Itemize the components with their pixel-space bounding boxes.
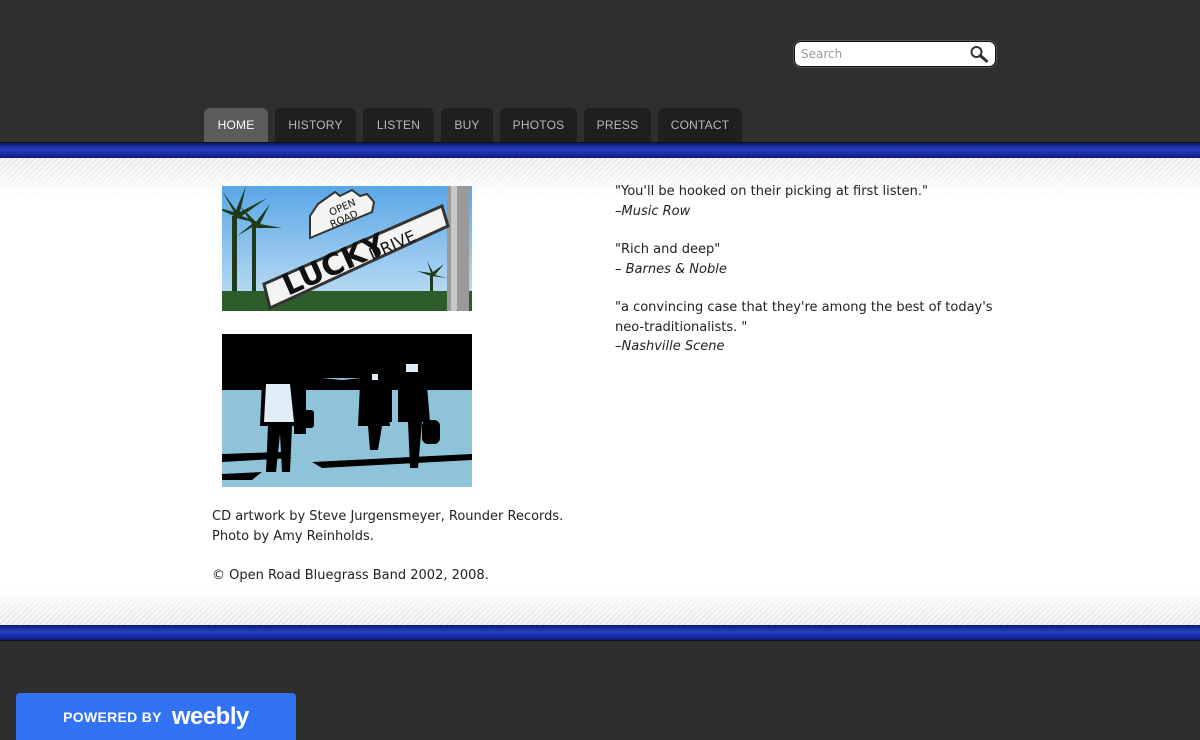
- search-box[interactable]: [794, 41, 996, 67]
- quote-source: –Nashville Scene: [615, 339, 725, 354]
- search-icon[interactable]: [969, 45, 989, 63]
- main-nav: HOME HISTORY LISTEN BUY PHOTOS PRESS CON…: [204, 108, 742, 142]
- main-content: OPEN ROAD LUCKY DRIVE CD artwork by Stev…: [0, 158, 1200, 625]
- quote-text: "Rich and deep": [615, 242, 721, 257]
- site-header: HOME HISTORY LISTEN BUY PHOTOS PRESS CON…: [0, 0, 1200, 142]
- tab-press[interactable]: PRESS: [584, 108, 651, 142]
- weebly-logo: weebly: [171, 702, 250, 730]
- photo-credit: Photo by Amy Reinholds.: [212, 529, 374, 544]
- header-divider-band: [0, 142, 1200, 158]
- top-stripe-pattern: [0, 158, 1200, 198]
- footer-divider-band: [0, 625, 1200, 641]
- quote-item: "Rich and deep" – Barnes & Noble: [615, 240, 1005, 279]
- quote-item: "a convincing case that they're among th…: [615, 298, 1005, 357]
- powered-by-label: POWERED BY: [63, 708, 162, 725]
- bottom-stripe-pattern: [0, 589, 1200, 625]
- tab-history[interactable]: HISTORY: [275, 108, 356, 142]
- tab-buy[interactable]: BUY: [441, 108, 493, 142]
- street-sign-photo: OPEN ROAD LUCKY DRIVE: [222, 186, 472, 311]
- quote-text: "You'll be hooked on their picking at fi…: [615, 184, 928, 199]
- quote-source: –Music Row: [615, 203, 691, 219]
- photo-credits: CD artwork by Steve Jurgensmeyer, Rounde…: [212, 507, 592, 586]
- powered-by-weebly-badge[interactable]: POWERED BY weebly: [16, 693, 296, 740]
- tab-contact[interactable]: CONTACT: [658, 108, 742, 142]
- tab-home[interactable]: HOME: [204, 108, 268, 142]
- artwork-credit: CD artwork by Steve Jurgensmeyer, Rounde…: [212, 509, 564, 524]
- quote-item: "You'll be hooked on their picking at fi…: [615, 182, 1005, 221]
- quote-source: – Barnes & Noble: [615, 261, 727, 277]
- press-quotes: "You'll be hooked on their picking at fi…: [615, 182, 1005, 376]
- band-silhouette-photo: [222, 334, 472, 487]
- tab-photos[interactable]: PHOTOS: [500, 108, 577, 142]
- copyright-notice: © Open Road Bluegrass Band 2002, 2008.: [212, 568, 489, 583]
- tab-listen[interactable]: LISTEN: [363, 108, 434, 142]
- search-input[interactable]: [801, 45, 961, 63]
- quote-text: "a convincing case that they're among th…: [615, 300, 993, 335]
